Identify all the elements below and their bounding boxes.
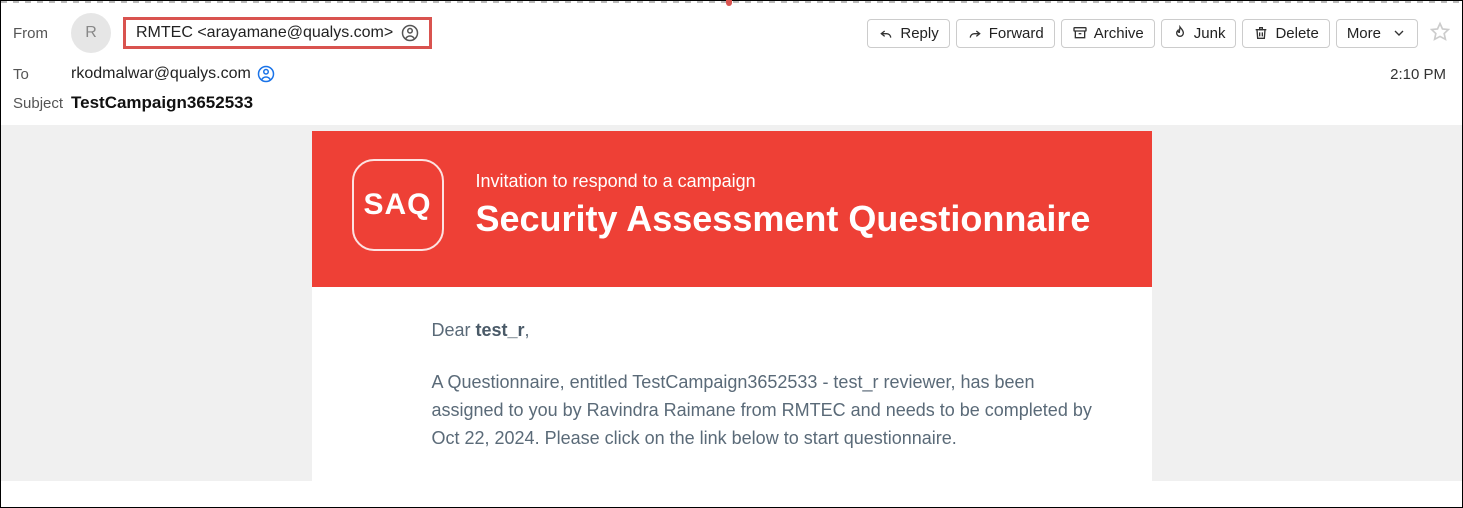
- contact-icon: [257, 65, 275, 83]
- flame-icon: [1172, 25, 1188, 41]
- trash-icon: [1253, 25, 1269, 41]
- archive-button[interactable]: Archive: [1061, 19, 1155, 48]
- avatar: R: [71, 13, 111, 53]
- email-card: SAQ Invitation to respond to a campaign …: [312, 131, 1152, 481]
- greeting-suffix: ,: [525, 320, 530, 340]
- email-body-area: SAQ Invitation to respond to a campaign …: [1, 125, 1462, 481]
- reply-button[interactable]: Reply: [867, 19, 949, 48]
- contact-icon: [401, 24, 419, 42]
- delete-label: Delete: [1275, 25, 1318, 42]
- to-label: To: [13, 66, 71, 83]
- subject-value: TestCampaign3652533: [71, 93, 253, 113]
- forward-button[interactable]: Forward: [956, 19, 1055, 48]
- greeting-prefix: Dear: [432, 320, 476, 340]
- chevron-down-icon: [1391, 25, 1407, 41]
- from-row: From R RMTEC <arayamane@qualys.com> Repl…: [1, 3, 1462, 63]
- reply-label: Reply: [900, 25, 938, 42]
- greeting: Dear test_r,: [432, 317, 1112, 345]
- subject-row: Subject TestCampaign3652533: [1, 91, 1462, 125]
- to-value: rkodmalwar@qualys.com: [71, 65, 251, 83]
- junk-button[interactable]: Junk: [1161, 19, 1237, 48]
- reply-icon: [878, 25, 894, 41]
- more-button[interactable]: More: [1336, 19, 1418, 48]
- email-content: Dear test_r, A Questionnaire, entitled T…: [312, 287, 1152, 453]
- from-label: From: [13, 25, 71, 42]
- from-display: RMTEC <arayamane@qualys.com>: [136, 24, 393, 42]
- reply-marker: [726, 0, 732, 6]
- archive-label: Archive: [1094, 25, 1144, 42]
- email-banner: SAQ Invitation to respond to a campaign …: [312, 131, 1152, 287]
- time: 2:10 PM: [1390, 66, 1450, 83]
- star-icon[interactable]: [1430, 21, 1450, 46]
- to-row: To rkodmalwar@qualys.com 2:10 PM: [1, 63, 1462, 91]
- avatar-initial: R: [85, 24, 97, 42]
- forward-icon: [967, 25, 983, 41]
- forward-label: Forward: [989, 25, 1044, 42]
- archive-icon: [1072, 25, 1088, 41]
- email-paragraph: A Questionnaire, entitled TestCampaign36…: [432, 369, 1112, 453]
- subject-label: Subject: [13, 95, 71, 112]
- banner-title: Security Assessment Questionnaire: [476, 198, 1091, 240]
- more-label: More: [1347, 25, 1381, 42]
- greeting-name: test_r: [476, 320, 525, 340]
- delete-button[interactable]: Delete: [1242, 19, 1329, 48]
- saq-badge-text: SAQ: [363, 188, 431, 222]
- junk-label: Junk: [1194, 25, 1226, 42]
- from-highlight-box: RMTEC <arayamane@qualys.com>: [123, 17, 432, 49]
- saq-badge: SAQ: [352, 159, 444, 251]
- toolbar: Reply Forward Archive Junk Delete More: [867, 19, 1450, 48]
- banner-subtitle: Invitation to respond to a campaign: [476, 171, 1091, 192]
